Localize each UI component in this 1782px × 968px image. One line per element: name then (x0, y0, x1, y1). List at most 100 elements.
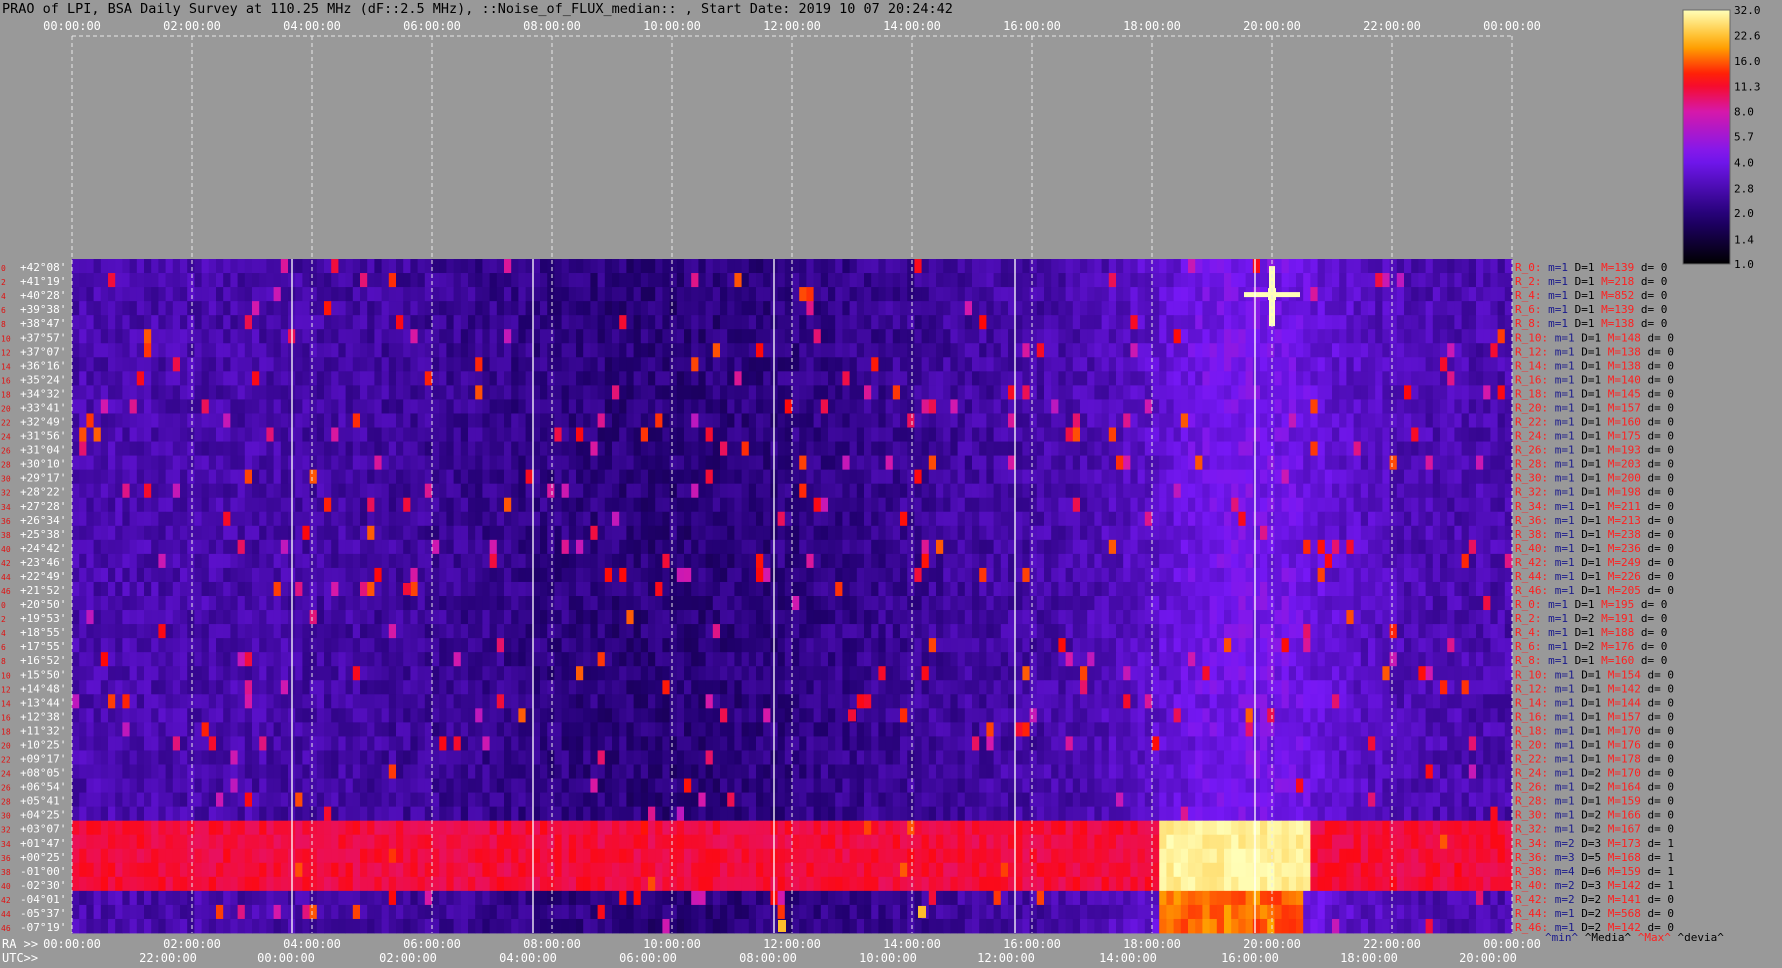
heatmap-cell (1504, 511, 1513, 527)
heatmap-cell (1281, 596, 1290, 611)
heatmap-cell (727, 371, 735, 386)
heatmap-cell (1029, 455, 1038, 471)
heatmap-cell (1080, 371, 1088, 386)
heatmap-cell (324, 539, 332, 555)
heatmap-cell (871, 553, 879, 569)
heatmap-cell (900, 581, 908, 597)
heatmap-cell (885, 399, 894, 414)
heatmap-cell (187, 539, 195, 555)
heatmap-cell (655, 273, 663, 288)
heatmap-cell (1432, 553, 1441, 569)
heatmap-cell (453, 441, 462, 456)
heatmap-cell (475, 511, 483, 527)
heatmap-cell (1375, 273, 1383, 288)
heatmap-cell (151, 413, 159, 428)
heatmap-cell (914, 525, 922, 541)
heatmap-cell (1058, 553, 1066, 569)
heatmap-cell (374, 329, 382, 344)
heatmap-cell (446, 301, 454, 316)
heatmap-cell (784, 567, 793, 583)
heatmap-cell (1332, 483, 1340, 499)
heatmap-cell (432, 287, 440, 302)
heatmap-cell (1310, 399, 1318, 414)
heatmap-cell (1418, 469, 1426, 485)
heatmap-cell (1101, 539, 1110, 555)
heatmap-cell (352, 581, 361, 597)
heatmap-cell (1303, 511, 1311, 527)
heatmap-cell (1411, 301, 1419, 316)
heatmap-cell (532, 371, 541, 386)
heatmap-cell (619, 357, 627, 372)
heatmap-cell (1425, 441, 1434, 456)
heatmap-cell (79, 567, 87, 583)
heatmap-cell (1238, 567, 1246, 583)
heatmap-cell (79, 539, 87, 555)
heatmap-cell (1180, 483, 1189, 499)
heatmap-cell (928, 469, 937, 485)
heatmap-cell (964, 371, 973, 386)
heatmap-cell (1166, 273, 1174, 288)
heatmap-cell (460, 399, 469, 414)
heatmap-cell (1080, 427, 1088, 442)
heatmap-cell (1468, 259, 1477, 274)
heatmap-cell (525, 511, 534, 527)
heatmap-cell (504, 567, 512, 583)
heatmap-cell (619, 371, 627, 386)
heatmap-cell (403, 483, 411, 499)
heatmap-cell (345, 553, 354, 569)
heatmap-cell (1123, 315, 1131, 330)
heatmap-cell (1116, 525, 1124, 541)
heatmap-cell (626, 287, 634, 302)
heatmap-cell (1339, 259, 1347, 274)
heatmap-cell (165, 567, 174, 583)
heatmap-cell (1418, 539, 1426, 555)
heatmap-cell (633, 259, 642, 274)
heatmap-cell (324, 511, 332, 527)
heatmap-cell (878, 441, 886, 456)
heatmap-cell (1195, 497, 1203, 513)
heatmap-cell (1353, 427, 1362, 442)
heatmap-cell (1303, 469, 1311, 485)
heatmap-cell (187, 469, 195, 485)
heatmap-cell (280, 483, 289, 499)
heatmap-cell (1116, 399, 1124, 414)
heatmap-cell (1375, 259, 1383, 274)
heatmap-cell (432, 483, 440, 499)
heatmap-cell (79, 511, 87, 527)
heatmap-cell (1101, 497, 1110, 513)
heatmap-cell (381, 581, 390, 597)
heatmap-cell (532, 259, 541, 274)
heatmap-cell (720, 581, 728, 597)
heatmap-cell (1044, 315, 1052, 330)
heatmap-cell (504, 525, 512, 541)
heatmap-cell (446, 413, 454, 428)
heatmap-cell (86, 399, 94, 414)
heatmap-cell (115, 469, 123, 485)
heatmap-cell (1461, 287, 1470, 302)
heatmap-cell (676, 315, 685, 330)
heatmap-cell (280, 287, 289, 302)
heatmap-cell (1036, 539, 1045, 555)
heatmap-cell (1022, 315, 1030, 330)
heatmap-cell (734, 553, 742, 569)
heatmap-cell (511, 567, 519, 583)
heatmap-cell (1130, 273, 1138, 288)
heatmap-cell (1468, 511, 1477, 527)
heatmap-cell (252, 371, 260, 386)
heatmap-cell (878, 413, 886, 428)
heatmap-cell (964, 273, 973, 288)
heatmap-cell (194, 343, 202, 358)
heatmap-cell (597, 469, 606, 485)
heatmap-cell (417, 497, 426, 513)
heatmap-cell (784, 427, 793, 442)
heatmap-cell (187, 273, 195, 288)
heatmap-cell (698, 441, 706, 456)
heatmap-cell (943, 399, 951, 414)
heatmap-cell (806, 455, 814, 471)
heatmap-cell (482, 567, 490, 583)
heatmap-cell (532, 427, 541, 442)
heatmap-cell (460, 287, 469, 302)
heatmap-cell (986, 301, 994, 316)
heatmap-cell (583, 567, 591, 583)
heatmap-cell (388, 511, 397, 527)
